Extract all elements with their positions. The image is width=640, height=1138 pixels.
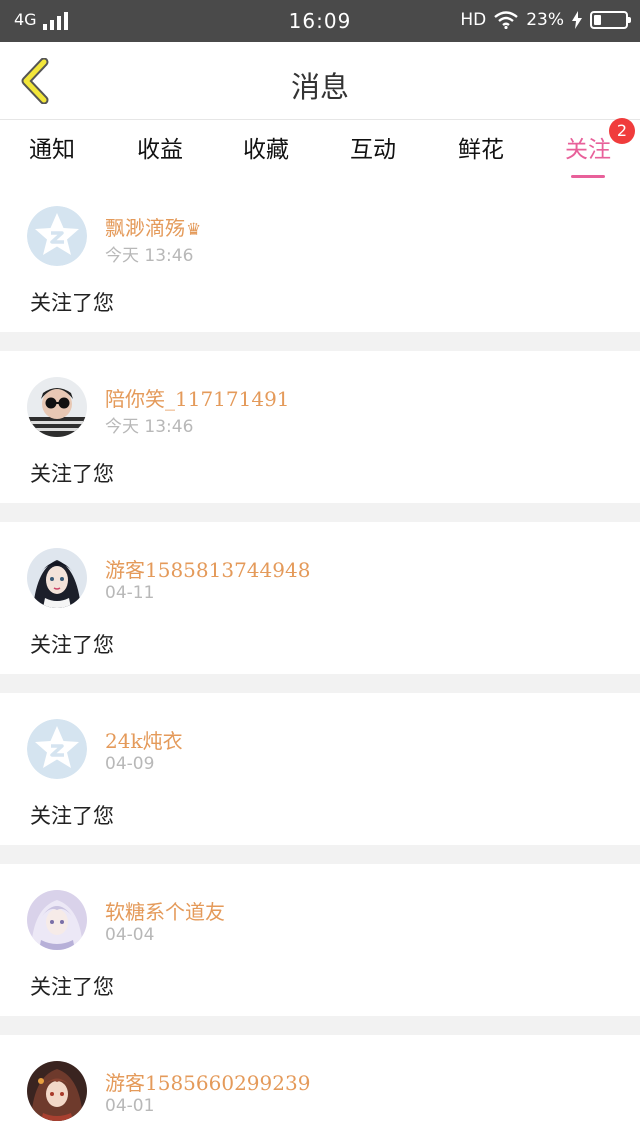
charging-icon (572, 11, 582, 29)
header-bar: 消息 (0, 42, 640, 120)
anime-girl-avatar-icon (27, 1061, 87, 1121)
message-text: 关注了您 (30, 975, 114, 999)
timestamp: 04-01 (105, 1096, 155, 1116)
qzone-star-icon (27, 719, 87, 779)
avatar[interactable] (27, 1061, 87, 1121)
username-text: 飘渺滴殇 (105, 216, 185, 240)
tab-label: 关注 (565, 137, 611, 163)
battery-fill (594, 15, 601, 25)
qzone-star-icon (27, 206, 87, 266)
avatar[interactable] (27, 890, 87, 950)
username[interactable]: 游客1585660299239 (105, 1067, 310, 1096)
hd-label: HD (460, 10, 487, 30)
avatar[interactable] (27, 719, 87, 779)
list-item[interactable]: 24k炖衣 04-09 关注了您 (0, 693, 640, 845)
unread-badge: 2 (609, 118, 635, 144)
tab-interaction[interactable]: 互动 (328, 130, 418, 164)
user-photo-icon (27, 377, 87, 437)
tab-label: 鲜花 (458, 137, 504, 163)
status-icons: HD 23% (460, 10, 631, 30)
tab-earnings[interactable]: 收益 (115, 130, 205, 164)
wifi-icon (494, 11, 518, 29)
active-tab-indicator (571, 175, 605, 178)
tab-notice[interactable]: 通知 (7, 130, 97, 164)
timestamp: 04-09 (105, 754, 155, 774)
tab-bar: 通知 收益 收藏 互动 鲜花 关注 2 (0, 118, 640, 180)
username[interactable]: 陪你笑_117171491 (105, 383, 290, 412)
status-bar: 4G 16:09 HD 23% (0, 0, 640, 42)
crown-icon: ♛ (186, 220, 202, 240)
list-item[interactable]: 软糖系个道友 04-04 关注了您 (0, 864, 640, 1016)
anime-girl-avatar-icon (27, 548, 87, 608)
tab-label: 收益 (137, 137, 183, 163)
list-item[interactable]: 陪你笑_117171491 今天 13:46 关注了您 (0, 351, 640, 503)
tab-label: 互动 (350, 137, 396, 163)
username[interactable]: 飘渺滴殇♛ (105, 212, 201, 241)
battery-icon (590, 11, 631, 29)
avatar[interactable] (27, 377, 87, 437)
tab-flowers[interactable]: 鲜花 (436, 130, 526, 164)
anime-girl-avatar-icon (27, 890, 87, 950)
tab-follow[interactable]: 关注 2 (543, 118, 635, 178)
tab-favorites[interactable]: 收藏 (221, 130, 311, 164)
timestamp: 04-11 (105, 583, 155, 603)
message-text: 关注了您 (30, 462, 114, 486)
timestamp: 04-04 (105, 925, 155, 945)
avatar[interactable] (27, 206, 87, 266)
list-item[interactable]: 飘渺滴殇♛ 今天 13:46 关注了您 (0, 180, 640, 332)
message-text: 关注了您 (30, 291, 114, 315)
message-text: 关注了您 (30, 633, 114, 657)
timestamp: 今天 13:46 (105, 246, 194, 266)
page-title: 消息 (290, 70, 349, 104)
tab-label: 通知 (29, 137, 75, 163)
username[interactable]: 软糖系个道友 (105, 896, 225, 925)
battery-percent: 23% (526, 10, 564, 30)
list-item[interactable]: 游客1585813744948 04-11 关注了您 (0, 522, 640, 674)
timestamp: 今天 13:46 (105, 417, 194, 437)
avatar[interactable] (27, 548, 87, 608)
username[interactable]: 游客1585813744948 (105, 554, 310, 583)
tab-label: 收藏 (243, 137, 289, 163)
list-item[interactable]: 游客1585660299239 04-01 (0, 1035, 640, 1138)
message-text: 关注了您 (30, 804, 114, 828)
username[interactable]: 24k炖衣 (105, 725, 183, 754)
